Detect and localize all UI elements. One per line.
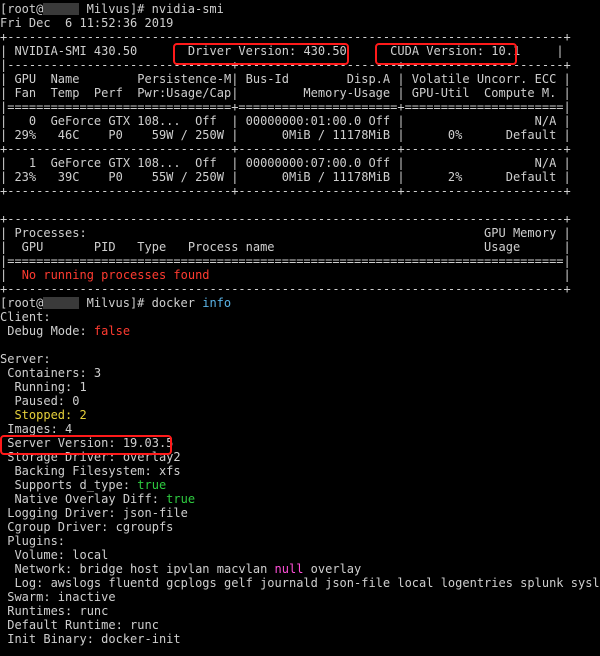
smi-col-header-1: | GPU Name Persistence-M| Bus-Id Disp.A … bbox=[0, 72, 571, 86]
timestamp-line: Fri Dec 6 11:52:36 2019 bbox=[0, 16, 174, 30]
no-processes-message: No running processes found bbox=[21, 268, 210, 282]
docker-backing-fs: Backing Filesystem: xfs bbox=[0, 464, 181, 478]
smi-border-top: +---------------------------------------… bbox=[0, 30, 571, 44]
prompt-host: Milvus]# bbox=[86, 296, 145, 310]
proc-suffix: | bbox=[209, 268, 571, 282]
docker-init-binary: Init Binary: docker-init bbox=[0, 632, 181, 646]
docker-running: Running: 1 bbox=[0, 380, 87, 394]
network-prefix: Network: bridge host ipvlan macvlan bbox=[0, 562, 275, 576]
prompt-host: Milvus]# bbox=[86, 2, 145, 16]
docker-default-runtime: Default Runtime: runc bbox=[0, 618, 159, 632]
docker-paused: Paused: 0 bbox=[0, 394, 80, 408]
docker-cgroup-driver: Cgroup Driver: cgroupfs bbox=[0, 520, 174, 534]
proc-border-bottom: +---------------------------------------… bbox=[0, 282, 571, 296]
docker-volume: Volume: local bbox=[0, 548, 109, 562]
supports-label: Supports d_type: bbox=[0, 478, 138, 492]
debug-label: Debug Mode: bbox=[0, 324, 94, 338]
network-null: null bbox=[274, 562, 304, 576]
smi-col-header-2: | Fan Temp Perf Pwr:Usage/Cap| Memory-Us… bbox=[0, 86, 571, 100]
docker-supports-dtype: Supports d_type: true bbox=[0, 478, 600, 492]
docker-log: Log: awslogs fluentd gcplogs gelf journa… bbox=[0, 576, 600, 590]
proc-border-top: +---------------------------------------… bbox=[0, 212, 571, 226]
proc-header-2: | GPU PID Type Process name Usage | bbox=[0, 240, 571, 254]
docker-runtimes: Runtimes: runc bbox=[0, 604, 109, 618]
docker-storage-driver: Storage Driver: overlay2 bbox=[0, 450, 181, 464]
debug-value: false bbox=[93, 324, 131, 338]
redacted-hostname bbox=[43, 3, 80, 15]
smi-sep-plus: +-------------------------------+-------… bbox=[0, 142, 571, 156]
driver-version: Driver Version: 430.50 bbox=[187, 44, 347, 58]
gpu0-row-2: | 29% 46C P0 59W / 250W | 0MiB / 11178Mi… bbox=[0, 128, 571, 142]
smi-sep-double: |===============================+=======… bbox=[0, 100, 571, 114]
prompt-user: [root@ bbox=[0, 2, 44, 16]
docker-containers: Containers: 3 bbox=[0, 366, 102, 380]
docker-swarm: Swarm: inactive bbox=[0, 590, 116, 604]
prompt-line-nvidia: [root@ Milvus]# nvidia-smi bbox=[0, 2, 600, 16]
smi-version-line: | NVIDIA-SMI 430.50 Driver Version: 430.… bbox=[0, 44, 600, 58]
docker-debug: Debug Mode: false bbox=[0, 324, 600, 338]
prompt-line-docker: [root@ Milvus]# docker info bbox=[0, 296, 600, 310]
docker-server: Server: bbox=[0, 352, 51, 366]
gpu1-row-2: | 23% 39C P0 55W / 250W | 0MiB / 11178Mi… bbox=[0, 170, 571, 184]
gpu0-row-1: | 0 GeForce GTX 108... Off | 00000000:01… bbox=[0, 114, 571, 128]
docker-server-version: Server Version: 19.03.5 bbox=[0, 436, 174, 450]
command-text: docker bbox=[151, 296, 195, 310]
docker-native-overlay: Native Overlay Diff: true bbox=[0, 492, 600, 506]
docker-images: Images: 4 bbox=[0, 422, 73, 436]
native-label: Native Overlay Diff: bbox=[0, 492, 167, 506]
prompt-user: [root@ bbox=[0, 296, 44, 310]
terminal-window[interactable]: [root@ Milvus]# nvidia-smi Fri Dec 6 11:… bbox=[0, 0, 600, 656]
docker-plugins: Plugins: bbox=[0, 534, 66, 548]
docker-client: Client: bbox=[0, 310, 51, 324]
redacted-hostname bbox=[43, 297, 80, 309]
network-suffix: overlay bbox=[303, 562, 362, 576]
proc-sep: |=======================================… bbox=[0, 254, 571, 268]
proc-prefix: | bbox=[0, 268, 22, 282]
smi-spacer bbox=[347, 44, 390, 58]
command-text: nvidia-smi bbox=[151, 2, 224, 16]
cuda-version: CUDA Version: 10.1 bbox=[390, 44, 521, 58]
smi-spacer-right: | bbox=[520, 44, 564, 58]
command-arg: info bbox=[202, 296, 232, 310]
smi-sep-dash: |-------------------------------+-------… bbox=[0, 58, 571, 72]
docker-network: Network: bridge host ipvlan macvlan null… bbox=[0, 562, 600, 576]
smi-version-text: | NVIDIA-SMI 430.50 bbox=[0, 44, 188, 58]
supports-value: true bbox=[137, 478, 167, 492]
docker-stopped: Stopped: 2 bbox=[0, 408, 87, 422]
native-value: true bbox=[166, 492, 196, 506]
smi-sep-plus-2: +-------------------------------+-------… bbox=[0, 184, 571, 198]
proc-header-1: | Processes: GPU Memory | bbox=[0, 226, 571, 240]
docker-logging-driver: Logging Driver: json-file bbox=[0, 506, 188, 520]
proc-none-line: | No running processes found | bbox=[0, 268, 600, 282]
gpu1-row-1: | 1 GeForce GTX 108... Off | 00000000:07… bbox=[0, 156, 571, 170]
